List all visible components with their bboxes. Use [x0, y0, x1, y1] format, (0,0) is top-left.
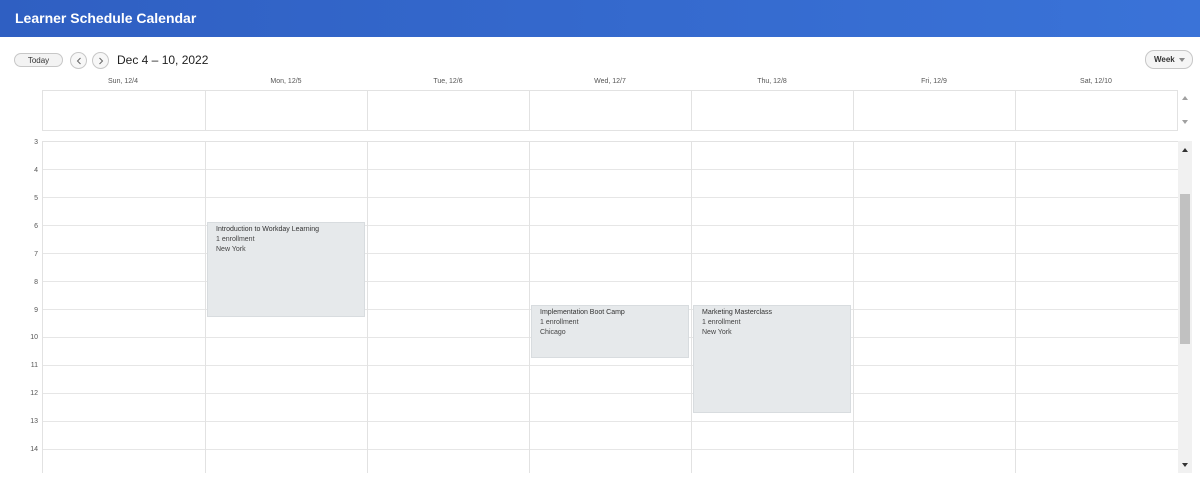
event-enrollment: 1 enrollment: [702, 319, 741, 326]
chevron-left-icon: [76, 57, 81, 64]
next-week-button[interactable]: [92, 52, 109, 69]
scroll-up-icon[interactable]: [1182, 148, 1188, 152]
view-select[interactable]: Week: [1145, 50, 1193, 69]
hour-line: [43, 197, 1178, 198]
hour-label: 8: [34, 279, 38, 286]
hour-line: [43, 169, 1178, 170]
day-column-divider: [853, 141, 854, 473]
date-range-label: Dec 4 – 10, 2022: [117, 53, 209, 67]
view-select-label: Week: [1154, 55, 1175, 64]
event-location: New York: [216, 246, 246, 253]
hour-label: 11: [30, 362, 38, 369]
hour-label: 14: [30, 446, 38, 453]
app-header: Learner Schedule Calendar: [0, 0, 1200, 37]
day-header-thu: Thu, 12/8: [757, 78, 787, 85]
all-day-divider: [205, 90, 206, 131]
event-enrollment: 1 enrollment: [216, 236, 255, 243]
hour-label: 13: [30, 418, 38, 425]
all-day-row[interactable]: [42, 90, 1178, 131]
day-column-divider: [529, 141, 530, 473]
caret-down-icon: [1179, 58, 1185, 62]
scroll-down-icon[interactable]: [1182, 463, 1188, 467]
day-column-divider: [205, 141, 206, 473]
event-title: Marketing Masterclass: [702, 309, 773, 316]
hour-label: 5: [34, 195, 38, 202]
day-header-sat: Sat, 12/10: [1080, 78, 1112, 85]
all-day-divider: [853, 90, 854, 131]
hour-label: 12: [30, 390, 38, 397]
day-column-divider: [367, 141, 368, 473]
scrollbar-thumb[interactable]: [1180, 194, 1190, 344]
event-title: Introduction to Workday Learning: [216, 226, 319, 233]
hour-label: 6: [34, 223, 38, 230]
event-card[interactable]: Marketing Masterclass 1 enrollment New Y…: [693, 305, 851, 413]
all-day-divider: [529, 90, 530, 131]
calendar-scrollbar[interactable]: [1178, 141, 1192, 473]
event-enrollment: 1 enrollment: [540, 319, 579, 326]
day-header-sun: Sun, 12/4: [108, 78, 138, 85]
all-day-divider: [367, 90, 368, 131]
scroll-down-icon[interactable]: [1182, 120, 1188, 124]
hour-line: [43, 393, 1178, 394]
event-card[interactable]: Introduction to Workday Learning 1 enrol…: [207, 222, 365, 317]
page-title: Learner Schedule Calendar: [15, 10, 197, 26]
all-day-divider: [1015, 90, 1016, 131]
day-header-tue: Tue, 12/6: [433, 78, 463, 85]
hour-line: [43, 365, 1178, 366]
today-button[interactable]: Today: [14, 53, 63, 67]
day-header-wed: Wed, 12/7: [594, 78, 626, 85]
chevron-right-icon: [98, 57, 103, 64]
all-day-scrollbar[interactable]: [1178, 90, 1192, 131]
day-column-divider: [691, 141, 692, 473]
hour-line: [43, 421, 1178, 422]
hour-line: [43, 449, 1178, 450]
previous-week-button[interactable]: [70, 52, 87, 69]
hour-label: 7: [34, 251, 38, 258]
event-title: Implementation Boot Camp: [540, 309, 625, 316]
all-day-divider: [691, 90, 692, 131]
hour-label: 4: [34, 167, 38, 174]
scroll-up-icon[interactable]: [1182, 96, 1188, 100]
event-location: Chicago: [540, 329, 566, 336]
event-card[interactable]: Implementation Boot Camp 1 enrollment Ch…: [531, 305, 689, 358]
hour-label: 3: [34, 139, 38, 146]
hour-label: 10: [30, 334, 38, 341]
calendar-app: Learner Schedule Calendar Today Dec 4 – …: [0, 0, 1200, 486]
event-location: New York: [702, 329, 732, 336]
day-header-fri: Fri, 12/9: [921, 78, 947, 85]
day-column-divider: [1015, 141, 1016, 473]
hour-label: 9: [34, 307, 38, 314]
day-header-mon: Mon, 12/5: [270, 78, 302, 85]
